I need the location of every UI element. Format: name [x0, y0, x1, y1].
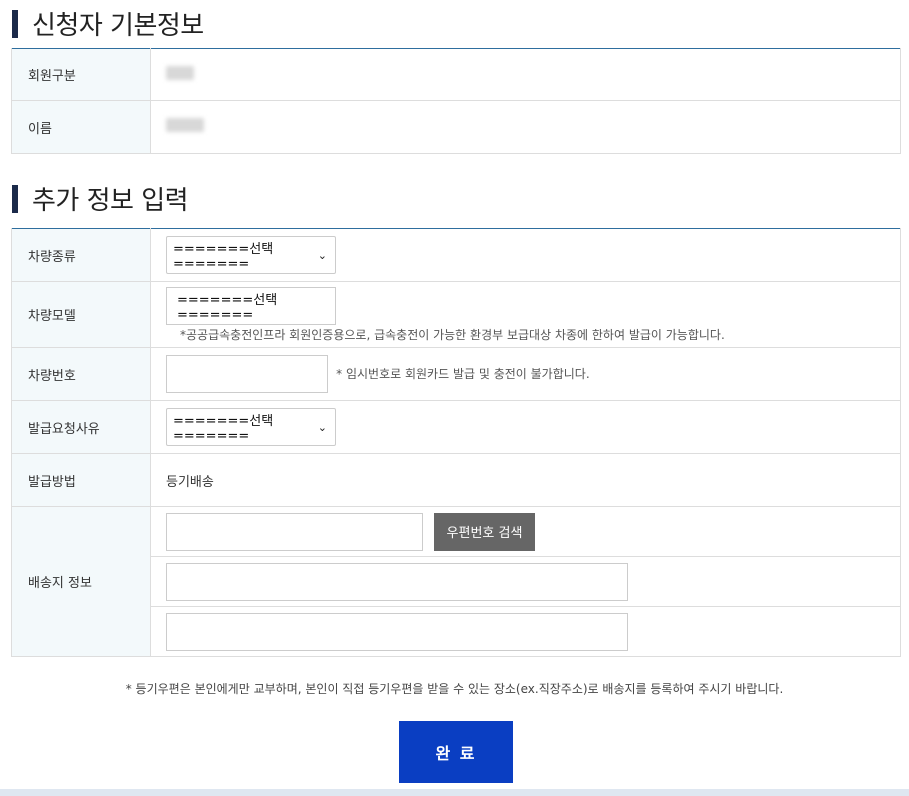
issue-method-row: 발급방법 등기배송 [11, 453, 901, 507]
vehicle-number-note: * 임시번호로 회원카드 발급 및 충전이 불가합니다. [336, 366, 590, 381]
vehicle-type-row: 차량종류 =======선택======= ⌄ [11, 228, 901, 282]
name-row: 이름 [11, 100, 901, 154]
address-line2-input[interactable] [166, 612, 628, 651]
member-type-row: 회원구분 [11, 48, 901, 101]
member-type-redacted [166, 65, 194, 80]
issue-method-value: 등기배송 [150, 453, 901, 507]
title-bar [12, 184, 18, 213]
request-reason-label: 발급요청사유 [11, 400, 151, 454]
vehicle-model-label: 차량모델 [11, 281, 151, 348]
name-redacted [166, 118, 204, 132]
member-type-label: 회원구분 [11, 48, 151, 101]
name-value [150, 100, 901, 154]
request-reason-selected: =======선택======= [173, 414, 274, 444]
request-reason-row: 발급요청사유 =======선택======= ⌄ [11, 400, 901, 454]
vehicle-number-label: 차량번호 [11, 347, 151, 401]
vehicle-number-row: 차량번호 * 임시번호로 회원카드 발급 및 충전이 불가합니다. [11, 347, 901, 401]
vehicle-type-selected: =======선택======= [173, 242, 274, 272]
vehicle-model-note: *공공급속충전인프라 회원인증용으로, 급속충전이 가능한 환경부 보급대상 차… [180, 327, 725, 342]
extra-info-table: 차량종류 =======선택======= ⌄ 차량모델 =======선택==… [11, 228, 901, 657]
address-line1-input[interactable] [166, 562, 628, 601]
shipping-label: 배송지 정보 [11, 506, 151, 657]
bottom-divider [0, 789, 909, 796]
zip-search-button[interactable]: 우편번호 검색 [434, 512, 535, 551]
vehicle-type-select[interactable]: =======선택======= ⌄ [166, 236, 336, 274]
vehicle-type-label: 차량종류 [11, 228, 151, 282]
member-type-value [150, 48, 901, 101]
issue-method-label: 발급방법 [11, 453, 151, 507]
extra-info-title: 추가 정보 입력 [12, 180, 189, 217]
shipping-zip-row: 배송지 정보 우편번호 검색 [11, 506, 901, 657]
chevron-down-icon: ⌄ [317, 248, 327, 262]
title-bar [12, 9, 18, 38]
basic-info-title: 신청자 기본정보 [12, 5, 204, 42]
chevron-down-icon: ⌄ [317, 420, 327, 434]
basic-info-title-text: 신청자 기본정보 [32, 11, 204, 41]
submit-button[interactable]: 완 료 [399, 721, 513, 783]
request-reason-select[interactable]: =======선택======= ⌄ [166, 408, 336, 446]
zip-code-input[interactable] [166, 512, 423, 551]
basic-info-table: 회원구분 이름 [11, 48, 901, 154]
name-label: 이름 [11, 100, 151, 154]
vehicle-model-select[interactable]: =======선택======= [166, 286, 336, 325]
extra-info-title-text: 추가 정보 입력 [32, 186, 189, 216]
vehicle-model-row: 차량모델 =======선택======= *공공급속충전인프라 회원인증용으로… [11, 281, 901, 348]
vehicle-number-input[interactable] [166, 355, 328, 393]
vehicle-model-selected: =======선택======= [177, 292, 278, 323]
shipping-notice: * 등기우편은 본인에게만 교부하며, 본인이 직접 등기우편을 받을 수 있는… [125, 682, 784, 696]
